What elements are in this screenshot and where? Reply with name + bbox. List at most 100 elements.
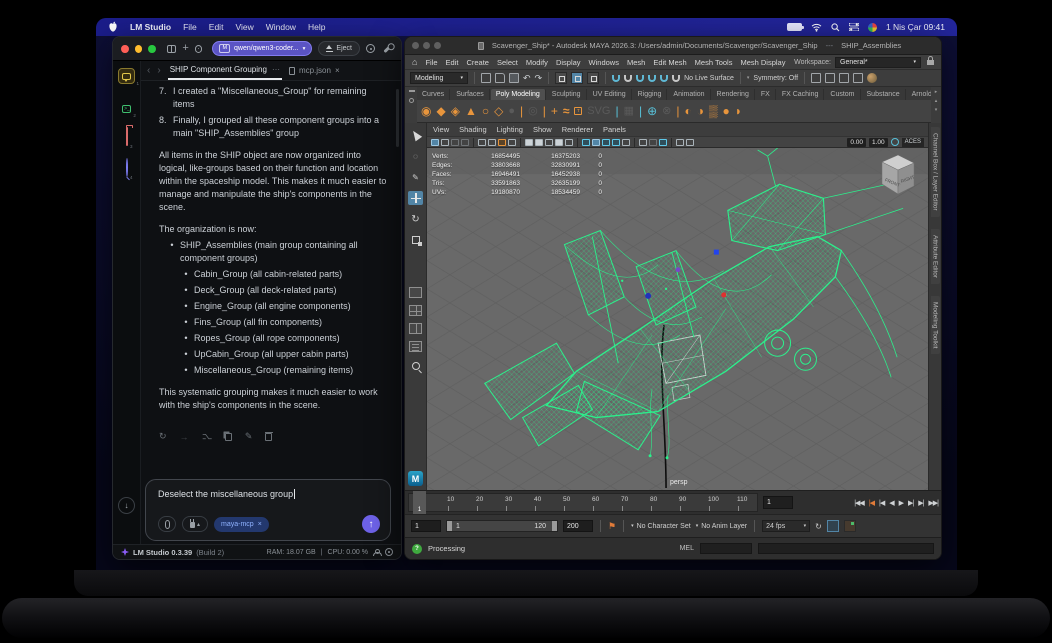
bookmark-icon[interactable]: ⚑ bbox=[608, 521, 616, 532]
zoom-button[interactable] bbox=[148, 44, 156, 53]
menu-item[interactable]: Mesh Display bbox=[740, 58, 785, 67]
viewport-toolbar-icon[interactable] bbox=[659, 138, 667, 146]
viewport-toolbar-icon[interactable] bbox=[431, 138, 439, 146]
snap-to-grid-icon[interactable] bbox=[612, 74, 621, 82]
anim-end-field[interactable]: 200 bbox=[563, 520, 593, 532]
menu-item[interactable]: Mesh bbox=[627, 58, 645, 67]
panel-tab[interactable]: Channel Box / Layer Editor bbox=[930, 127, 940, 217]
viewport-toolbar-icon[interactable] bbox=[582, 138, 590, 146]
panel-menu-item[interactable]: View bbox=[433, 125, 449, 134]
tab-ship-component-grouping[interactable]: SHIP Component Grouping ⋯ bbox=[167, 61, 282, 80]
viewport-toolbar-icon[interactable] bbox=[686, 138, 694, 146]
colorspace-badge[interactable]: ACES bbox=[901, 137, 924, 147]
shelf-tab-uv-editing[interactable]: UV Editing bbox=[588, 89, 632, 100]
playback-button[interactable]: |◀ bbox=[869, 499, 875, 507]
menu-item[interactable]: Display bbox=[556, 58, 581, 67]
panel-menu-item[interactable]: Renderer bbox=[562, 125, 593, 134]
shelf-tool-icon[interactable]: | bbox=[639, 105, 642, 117]
menu-set-select[interactable]: Modeling ▾ bbox=[410, 72, 468, 84]
workspace-select[interactable]: General* ▾ bbox=[835, 56, 921, 68]
chevron-down-icon[interactable]: ▾ bbox=[747, 75, 750, 81]
viewport-toolbar-icon[interactable] bbox=[676, 138, 684, 146]
help-icon[interactable]: ? bbox=[412, 543, 422, 554]
shelf-tool-icon[interactable]: ● bbox=[723, 105, 730, 117]
viewport-toolbar-icon[interactable] bbox=[451, 138, 459, 146]
current-frame-field[interactable]: 1 bbox=[763, 496, 793, 509]
chip-close-icon[interactable]: × bbox=[258, 521, 262, 528]
arrow-up-icon[interactable]: ▴ bbox=[935, 98, 938, 104]
playback-button[interactable]: ▶| bbox=[908, 499, 914, 507]
make-live-icon[interactable] bbox=[672, 74, 681, 82]
shelf-tab-sculpting[interactable]: Sculpting bbox=[547, 89, 587, 100]
menu-item[interactable]: File bbox=[425, 58, 437, 67]
layout-outliner-button[interactable] bbox=[409, 341, 422, 352]
layout-four-pane-button[interactable] bbox=[409, 305, 422, 316]
hypershade-icon[interactable] bbox=[867, 73, 878, 83]
sidebar-item-my-models[interactable]: 3 bbox=[125, 127, 133, 149]
open-scene-icon[interactable] bbox=[495, 73, 505, 83]
panel-tab[interactable]: Modeling Toolkit bbox=[930, 295, 940, 355]
loop-icon[interactable]: ↻ bbox=[815, 522, 822, 531]
chevron-right-icon[interactable]: › bbox=[157, 65, 160, 76]
shelf-tab-animation[interactable]: Animation bbox=[668, 89, 711, 100]
panel-menu-item[interactable]: Show bbox=[533, 125, 552, 134]
playback-button[interactable]: |◀◀ bbox=[854, 499, 865, 507]
viewport-toolbar-icon[interactable] bbox=[478, 138, 486, 146]
shelf-tool-icon[interactable]: ◗ bbox=[735, 105, 742, 117]
playback-button[interactable]: ◀ bbox=[889, 499, 894, 507]
move-tool[interactable] bbox=[408, 191, 423, 205]
save-scene-icon[interactable] bbox=[509, 73, 519, 83]
viewport-3d-scene[interactable]: persp bbox=[427, 148, 928, 490]
shelf-tool-icon[interactable]: ◐ bbox=[685, 105, 692, 117]
shelf-tool-icon[interactable]: SVG bbox=[587, 105, 610, 117]
shelf-tool-icon[interactable]: ◉ bbox=[421, 105, 431, 117]
zoom-tool[interactable] bbox=[408, 359, 423, 373]
regenerate-icon[interactable]: ↻ bbox=[159, 431, 167, 442]
shelf-tool-icon[interactable]: ≈ bbox=[563, 105, 570, 117]
snap-to-view-plane-icon[interactable] bbox=[660, 74, 669, 82]
settings-gear-icon[interactable] bbox=[194, 44, 203, 53]
menubar-item[interactable]: Help bbox=[308, 22, 325, 32]
model-selector[interactable]: M qwen/qwen3-coder... ▾ bbox=[212, 41, 313, 56]
gamma-field[interactable]: 1.00 bbox=[869, 137, 888, 147]
panel-menu-item[interactable]: Panels bbox=[603, 125, 626, 134]
layout-single-pane-button[interactable] bbox=[409, 287, 422, 298]
viewport-toolbar-icon[interactable] bbox=[592, 138, 600, 146]
copy-icon[interactable] bbox=[224, 432, 232, 441]
ipr-render-icon[interactable] bbox=[825, 73, 836, 83]
viewport-toolbar-icon[interactable] bbox=[441, 138, 449, 146]
shelf-tool-icon[interactable]: T bbox=[574, 106, 583, 116]
viewport-canvas[interactable]: persp Verts: 16854495 16375203 0 Edges: bbox=[427, 148, 928, 490]
shelf-tab-fx-caching[interactable]: FX Caching bbox=[777, 89, 825, 100]
select-object-icon[interactable] bbox=[571, 72, 584, 84]
symmetry-label[interactable]: Symmetry: Off bbox=[753, 75, 798, 82]
shelf-tool-icon[interactable]: | bbox=[543, 105, 546, 117]
shelf-tool-icon[interactable]: | bbox=[615, 105, 618, 117]
viewport-toolbar-icon[interactable] bbox=[602, 138, 610, 146]
mel-input[interactable] bbox=[700, 543, 752, 554]
shelf-options-icon[interactable] bbox=[409, 98, 414, 103]
arrow-right-icon[interactable]: ▸ bbox=[935, 89, 938, 95]
menu-item[interactable]: Modify bbox=[526, 58, 548, 67]
animation-prefs-button[interactable] bbox=[843, 520, 856, 532]
lock-icon[interactable] bbox=[927, 55, 934, 65]
menubar-item[interactable]: Window bbox=[266, 22, 296, 32]
lasso-tool[interactable]: ◌ bbox=[408, 149, 423, 163]
character-set-select[interactable]: ▾ No Character Set bbox=[631, 523, 691, 530]
shelf-tool-icon[interactable]: ⊗ bbox=[662, 105, 671, 117]
paint-select-tool[interactable]: ✎ bbox=[408, 170, 423, 184]
shelf-tool-icon[interactable]: + bbox=[551, 105, 558, 117]
layout-two-pane-button[interactable] bbox=[409, 323, 422, 334]
apple-logo-icon[interactable] bbox=[108, 21, 118, 33]
viewport-toolbar-icon[interactable] bbox=[612, 138, 620, 146]
shelf-tool-icon[interactable]: | bbox=[676, 105, 679, 117]
wifi-icon[interactable] bbox=[811, 23, 822, 32]
exposure-field[interactable]: 0.00 bbox=[847, 137, 866, 147]
menubar-item[interactable]: View bbox=[235, 22, 253, 32]
menu-item[interactable]: Edit Mesh bbox=[653, 58, 686, 67]
menubar-clock[interactable]: 1 Nis Çar 09:41 bbox=[886, 22, 945, 32]
menubar-item[interactable]: File bbox=[183, 22, 197, 32]
minimize-button[interactable] bbox=[134, 44, 143, 53]
new-chat-button[interactable]: + bbox=[182, 43, 188, 54]
panel-menu-item[interactable]: Lighting bbox=[497, 125, 523, 134]
